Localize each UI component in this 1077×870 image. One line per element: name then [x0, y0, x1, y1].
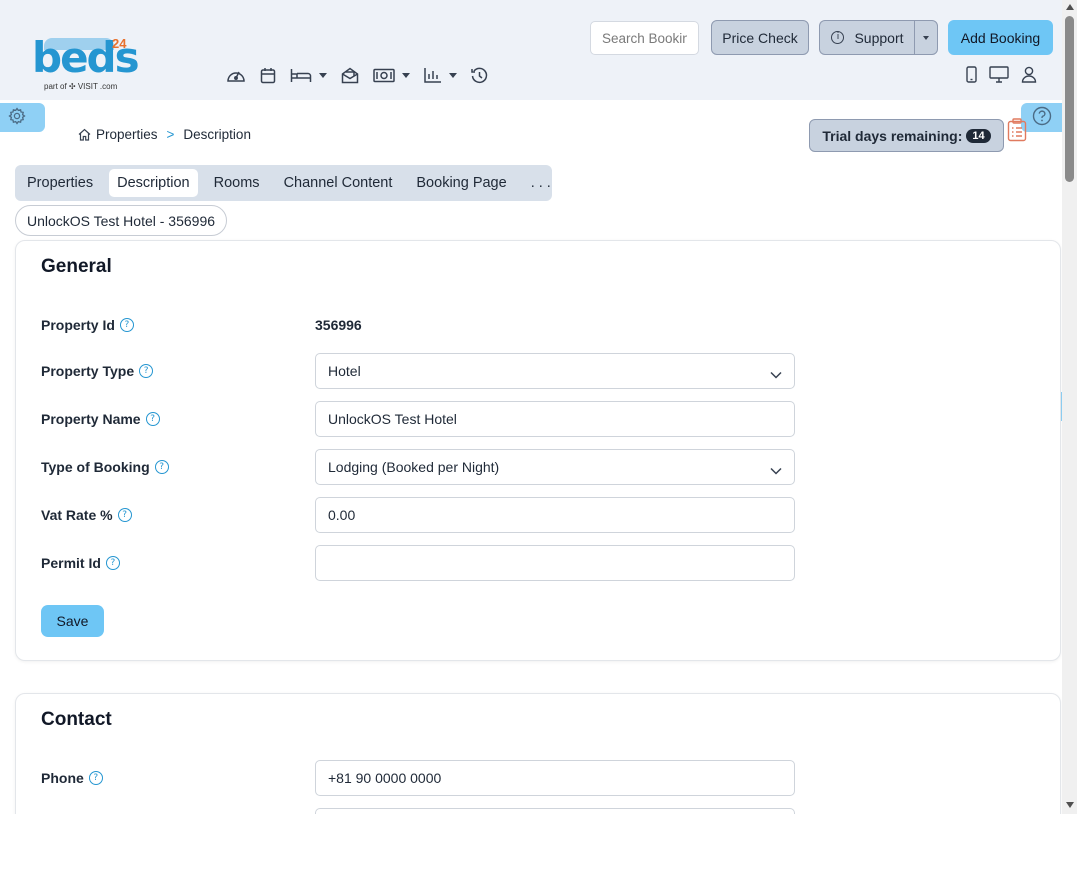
chevron-down-icon	[770, 366, 782, 382]
next-contact-row	[41, 808, 801, 814]
property-name-label: Property Name ?	[41, 401, 160, 437]
logo-subtitle: part of ✣ VISIT .com	[44, 82, 118, 91]
phone-label: Phone ?	[41, 760, 103, 796]
property-type-select[interactable]: Hotel	[315, 353, 795, 389]
logo-suffix: 24	[112, 36, 127, 51]
help-tab[interactable]	[1021, 103, 1062, 132]
dashboard-icon[interactable]	[226, 64, 246, 86]
price-check-button[interactable]: Price Check	[711, 20, 809, 55]
tab-more[interactable]: . . .	[523, 169, 559, 197]
chevron-down-icon	[770, 462, 782, 478]
support-button[interactable]: i Support	[819, 20, 915, 55]
contact-title: Contact	[41, 709, 112, 730]
breadcrumb: Properties > Description	[78, 127, 251, 142]
property-type-row: Property Type ? Hotel	[41, 353, 801, 389]
property-type-label-text: Property Type	[41, 363, 135, 379]
general-title: General	[41, 256, 112, 277]
money-menu-caret[interactable]	[402, 72, 410, 78]
vertical-scrollbar[interactable]	[1062, 0, 1077, 814]
main-nav	[226, 64, 502, 86]
permit-id-label: Permit Id ?	[41, 545, 120, 581]
phone-label-text: Phone	[41, 770, 84, 786]
property-id-label-text: Property Id	[41, 317, 115, 333]
save-button[interactable]: Save	[41, 605, 104, 637]
property-tabs: Properties Description Rooms Channel Con…	[15, 165, 552, 201]
breadcrumb-current: Description	[183, 127, 251, 142]
inbox-icon[interactable]	[341, 64, 359, 86]
next-contact-input[interactable]	[315, 808, 795, 814]
vat-rate-row: Vat Rate % ?	[41, 497, 801, 533]
bed-icon[interactable]	[290, 64, 327, 86]
mobile-icon[interactable]	[966, 65, 977, 83]
phone-input[interactable]	[315, 760, 795, 796]
property-id-label: Property Id ?	[41, 307, 134, 343]
vat-rate-label: Vat Rate % ?	[41, 497, 132, 533]
breadcrumb-properties-link[interactable]: Properties	[96, 127, 158, 142]
help-icon[interactable]: ?	[105, 556, 120, 570]
help-icon[interactable]: ?	[154, 460, 169, 474]
scroll-down-arrow[interactable]	[1066, 802, 1074, 808]
trial-label: Trial days remaining:	[822, 127, 963, 144]
history-icon[interactable]	[471, 64, 488, 86]
property-id-row: Property Id ? 356996	[41, 307, 801, 343]
support-dropdown-toggle[interactable]	[914, 20, 938, 55]
tab-properties[interactable]: Properties	[19, 169, 101, 197]
question-circle-icon	[1032, 106, 1052, 129]
help-icon[interactable]: ?	[145, 412, 160, 426]
page-viewport: beds 24 part of ✣ VISIT .com Search Book…	[0, 0, 1062, 814]
home-icon	[78, 128, 91, 141]
type-of-booking-row: Type of Booking ? Lodging (Booked per Ni…	[41, 449, 801, 485]
beds24-logo[interactable]: beds 24 part of ✣ VISIT .com	[30, 36, 140, 96]
property-name-input[interactable]	[315, 401, 795, 437]
tab-rooms[interactable]: Rooms	[206, 169, 268, 197]
clipboard-list-icon[interactable]	[1007, 118, 1027, 145]
chart-menu-caret[interactable]	[449, 72, 457, 78]
vat-rate-input[interactable]	[315, 497, 795, 533]
property-name-label-text: Property Name	[41, 411, 141, 427]
phone-row: Phone ?	[41, 760, 801, 796]
chart-icon[interactable]	[424, 64, 457, 86]
desktop-icon[interactable]	[989, 65, 1009, 83]
search-bookings-input[interactable]	[590, 21, 699, 55]
general-card: General Property Id ? 356996 Property Ty…	[15, 240, 1061, 661]
top-header: beds 24 part of ✣ VISIT .com Search Book…	[0, 0, 1062, 100]
gear-icon	[8, 107, 26, 128]
type-of-booking-label: Type of Booking ?	[41, 449, 169, 485]
help-icon[interactable]: ?	[88, 771, 103, 785]
user-icon[interactable]	[1021, 66, 1037, 83]
property-selector[interactable]: UnlockOS Test Hotel - 356996	[15, 205, 227, 236]
tab-description[interactable]: Description	[109, 169, 198, 197]
caret-down-icon	[923, 35, 929, 40]
device-icons	[966, 64, 1049, 84]
property-name-row: Property Name ?	[41, 401, 801, 437]
add-booking-button[interactable]: Add Booking	[948, 20, 1053, 55]
support-label: Support	[854, 29, 904, 46]
permit-id-label-text: Permit Id	[41, 555, 101, 571]
money-icon[interactable]	[373, 64, 410, 86]
property-type-selected: Hotel	[328, 363, 361, 379]
scroll-thumb[interactable]	[1065, 16, 1074, 182]
type-of-booking-label-text: Type of Booking	[41, 459, 150, 475]
property-type-label: Property Type ?	[41, 353, 154, 389]
type-of-booking-selected: Lodging (Booked per Night)	[328, 459, 500, 475]
help-icon[interactable]: ?	[139, 364, 154, 378]
contact-card: Contact Phone ?	[15, 693, 1061, 814]
scroll-up-arrow[interactable]	[1066, 4, 1074, 10]
calendar-icon[interactable]	[260, 64, 276, 86]
type-of-booking-select[interactable]: Lodging (Booked per Night)	[315, 449, 795, 485]
breadcrumb-separator: >	[166, 127, 175, 142]
permit-id-row: Permit Id ?	[41, 545, 801, 581]
permit-id-input[interactable]	[315, 545, 795, 581]
info-icon: i	[831, 31, 845, 44]
trial-days-count: 14	[966, 128, 991, 143]
tab-booking-page[interactable]: Booking Page	[408, 169, 514, 197]
trial-days-badge[interactable]: Trial days remaining: 14	[809, 119, 1004, 152]
settings-tab[interactable]	[0, 103, 45, 132]
tab-channel-content[interactable]: Channel Content	[276, 169, 401, 197]
property-id-value: 356996	[315, 317, 362, 333]
bed-menu-caret[interactable]	[319, 72, 327, 78]
help-icon[interactable]: ?	[119, 318, 134, 332]
help-icon[interactable]: ?	[117, 508, 132, 522]
vat-rate-label-text: Vat Rate %	[41, 507, 113, 523]
